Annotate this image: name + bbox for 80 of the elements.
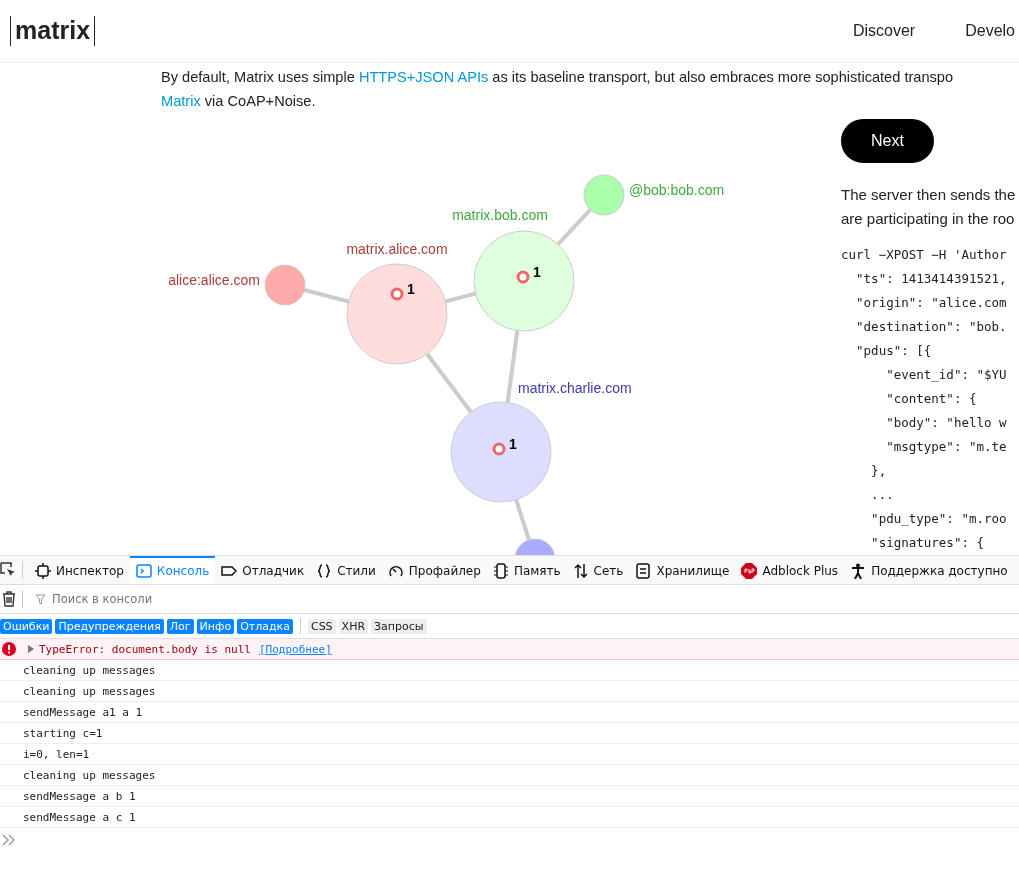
devtools-tab[interactable]: Профайлер (381, 556, 487, 584)
message-dot (516, 270, 530, 284)
connector-line (556, 208, 592, 246)
log-message: sendMessage a1 a 1 (23, 705, 143, 719)
log-message: cleaning up messages (23, 663, 156, 677)
node-label: matrix.charlie.com (518, 380, 632, 396)
code-line: "pdu_type": "m.roo (870, 510, 1008, 528)
matrix-logo[interactable]: matrix (10, 16, 96, 46)
storage-icon (635, 563, 652, 579)
error-icon (2, 642, 16, 656)
log-filter-button[interactable]: Ошибки (0, 618, 53, 634)
log-message: cleaning up messages (23, 684, 156, 698)
log-filter-button[interactable]: Отладка (237, 618, 293, 634)
message-dot (492, 442, 506, 456)
log-message: starting c=1 (23, 726, 103, 740)
intro-text: By default, Matrix uses simple HTTPS+JSON APIs as its baseline transport, but also embraces more sophisticated transpo (161, 68, 955, 87)
message-dot (390, 287, 404, 301)
connector-line (425, 352, 473, 414)
nav-link[interactable]: Discover (852, 22, 916, 40)
devtools-tab[interactable]: Хранилище (629, 556, 736, 584)
expand-triangle-icon[interactable] (27, 644, 35, 654)
log-message: i=0, len=1 (23, 747, 90, 761)
console-search-field[interactable]: Поиск в консоли (50, 591, 354, 607)
node-label: matrix.bob.com (452, 207, 548, 223)
braces-icon (316, 563, 333, 579)
intro-text: Matrix via CoAP+Noise. (161, 92, 317, 111)
code-line: "pdus": [{ (855, 342, 933, 360)
code-line: ... (870, 486, 895, 504)
code-line: "ts": 1413414391521, (855, 270, 1008, 288)
log-message: cleaning up messages (23, 768, 156, 782)
trash-icon[interactable] (2, 591, 16, 607)
body-text: are participating in the roo (841, 209, 1016, 229)
gauge-icon (387, 563, 404, 579)
log-message: sendMessage a b 1 (23, 789, 136, 803)
code-line: "body": "hello w (885, 414, 1008, 432)
devtools-tab[interactable]: Инспектор (29, 556, 130, 584)
memory-icon (492, 563, 509, 579)
code-line: "signatures": { (870, 534, 985, 552)
node-label: @bob:bob.com (629, 182, 725, 198)
code-line: "event_id": "$YU (885, 366, 1008, 384)
devtools-tab[interactable]: Память (486, 556, 567, 584)
code-line: "content": { (885, 390, 978, 408)
code-line: "destination": "bob. (855, 318, 1008, 336)
devtools-tab[interactable]: Adblock Plus (735, 556, 845, 584)
inspector-icon (35, 563, 51, 579)
message-count: 1 (509, 436, 517, 452)
code-line: "origin": "alice.com (855, 294, 1008, 312)
code-line: "msgtype": "m.te (885, 438, 1008, 456)
connector-line (444, 291, 477, 304)
person-icon (850, 563, 867, 579)
body-text: The server then sends the (841, 185, 1016, 205)
element-picker-icon[interactable] (0, 562, 16, 578)
log-filter-button[interactable]: Предупреждения (55, 618, 164, 634)
log-filter-button[interactable]: Запросы (371, 618, 427, 634)
connector-line (514, 499, 531, 541)
filter-icon (35, 593, 46, 605)
debugger-icon (221, 563, 238, 579)
nav-link[interactable]: Develo (965, 22, 1015, 40)
node-label: alice:alice.com (168, 272, 260, 288)
log-filter-button[interactable]: Инфо (196, 618, 235, 634)
connector-line (303, 288, 350, 304)
next-button[interactable]: Next (841, 119, 934, 163)
log-message: sendMessage a c 1 (23, 810, 136, 824)
devtools-tab[interactable]: Отладчик (215, 556, 311, 584)
console-prompt-icon (2, 834, 16, 846)
console-icon (135, 563, 152, 579)
message-count: 1 (533, 264, 541, 280)
devtools-tab[interactable]: Стили (310, 556, 382, 584)
log-filter-button[interactable]: Лог (166, 618, 194, 634)
devtools-tab[interactable]: Сеть (566, 556, 630, 584)
message-count: 1 (407, 281, 415, 297)
devtools-tab[interactable]: Поддержка доступно (844, 556, 1014, 584)
code-line: }, (870, 462, 888, 480)
devtools-tab[interactable]: Консоль (129, 556, 216, 584)
log-filter-button[interactable]: CSS (307, 618, 336, 634)
error-message: TypeError: document.body is null (39, 642, 251, 656)
node-label: matrix.alice.com (346, 241, 448, 257)
log-filter-button[interactable]: XHR (338, 618, 369, 634)
code-line: curl −XPOST −H 'Author (841, 246, 1008, 264)
network-icon (572, 563, 589, 579)
